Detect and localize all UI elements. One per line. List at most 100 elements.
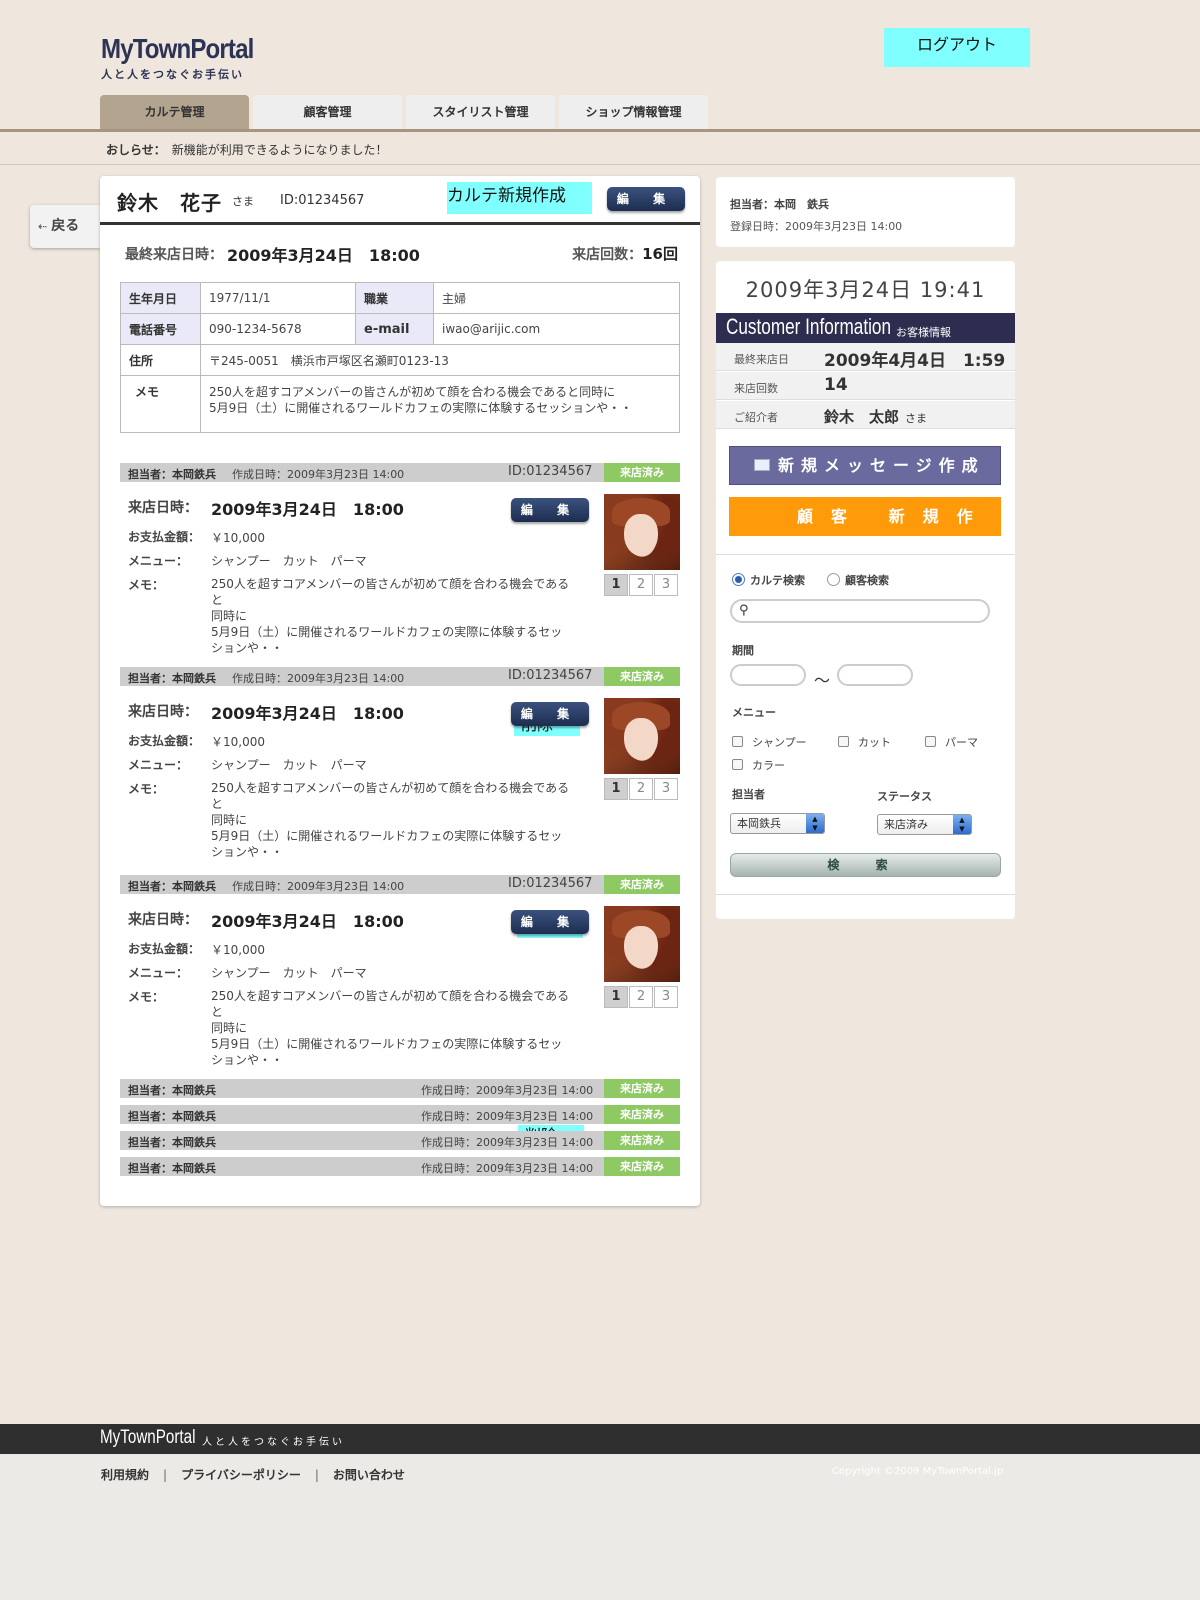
checkbox-perm[interactable]: パーマ (925, 734, 978, 750)
footer-links: 利用規約 | プライバシーポリシー | お問い合わせ (101, 1466, 405, 1483)
divider (716, 894, 1015, 895)
collapsed-record-bar[interactable]: 担当者：本岡鉄兵 作成日時：2009年3月23日 14:00 来店済み (120, 1079, 680, 1098)
photo-page-2[interactable]: 2 (629, 778, 653, 800)
memo-line: 5月9日（土）に開催されるワールドカフェの実際に体験するセッ (211, 625, 563, 639)
memo-label: メモ： (128, 990, 165, 1004)
status-badge: 来店済み (604, 463, 680, 482)
record-edit-button[interactable]: 編 集 (511, 498, 589, 522)
hair-photo[interactable] (604, 698, 680, 774)
footer-logo[interactable]: MyTownPortal (100, 1427, 195, 1449)
status-badge: 来店済み (604, 1157, 680, 1176)
visit-value: 2009年3月24日 18:00 (211, 704, 404, 723)
photo-page-2[interactable]: 2 (629, 574, 653, 596)
checkbox-cut[interactable]: カット (838, 734, 891, 750)
new-karte-button[interactable]: カルテ新規作成 (447, 182, 592, 214)
notice: おしらせ： 新機能が利用できるようになりました！ (106, 141, 388, 158)
record-staff: 担当者：本岡鉄兵 (128, 880, 216, 893)
logout-button[interactable]: ログアウト (884, 28, 1030, 67)
record-bar: 担当者：本岡鉄兵 作成日時：2009年3月23日 14:00 ID:012345… (120, 667, 680, 686)
new-customer-button[interactable]: 顧客 新規作成 (729, 497, 1001, 565)
record-memo: 250人を超すコアメンバーの皆さんが初めて顔を合わる機会であると 同時に 5月9… (211, 780, 581, 860)
ci-last-visit-label: 最終来店日 (734, 353, 789, 366)
notice-label: おしらせ： (106, 143, 166, 157)
footer-link-contact[interactable]: お問い合わせ (333, 1468, 405, 1482)
record-created: 作成日時：2009年3月23日 14:00 (421, 1110, 594, 1123)
record-bar: 担当者：本岡鉄兵 作成日時：2009年3月23日 14:00 ID:012345… (120, 463, 680, 482)
record-created: 作成日時：2009年3月23日 14:00 (421, 1084, 594, 1097)
new-message-button[interactable]: 新規メッセージ作成 (729, 446, 1001, 485)
current-datetime: 2009年3月24日 19:41 (745, 278, 986, 302)
memo-line: 5月9日（土）に開催されるワールドカフェの実際に体験するセッ (211, 1037, 563, 1051)
memo-label: メモ (120, 375, 201, 433)
staff-select[interactable]: 本岡鉄兵 ▲ ▼ (730, 813, 825, 834)
collapsed-record-bar[interactable]: 担当者：本岡鉄兵 作成日時：2009年3月23日 14:00 来店済み (120, 1131, 680, 1150)
customer-edit-button[interactable]: 編 集 (607, 187, 685, 211)
tab-karte[interactable]: カルテ管理 (100, 95, 249, 129)
record-created: 作成日時：2009年3月23日 14:00 (421, 1162, 594, 1175)
new-message-label: 新規メッセージ作成 (778, 456, 985, 475)
job-label: 職業 (355, 282, 434, 314)
checkbox-shampoo[interactable]: シャンプー (732, 734, 807, 750)
notice-text: 新機能が利用できるようになりました！ (171, 143, 388, 157)
photo-page-3[interactable]: 3 (654, 574, 678, 596)
collapsed-record-bar[interactable]: 担当者：本岡鉄兵 作成日時：2009年3月23日 14:00 来店済み (120, 1105, 680, 1124)
customer-information-header: Customer Information お客様情報 (716, 313, 1015, 343)
checkbox-icon (838, 736, 849, 747)
customer-header: 鈴木 花子 さま ID:01234567 カルテ新規作成 編 集 (100, 176, 700, 225)
memo-line: ションや・・ (211, 641, 284, 655)
visit-label: 来店日時： (128, 704, 198, 720)
envelope-icon (754, 459, 770, 471)
collapsed-record-bar[interactable]: 担当者：本岡鉄兵 作成日時：2009年3月23日 14:00 来店済み (120, 1157, 680, 1176)
period-tilde: 〜 (814, 671, 831, 690)
back-button[interactable]: ⇠ 戻る (30, 205, 100, 248)
record-edit-button[interactable]: 編 集 (511, 910, 589, 934)
ci-referrer-value: 鈴木 太郎 (824, 408, 900, 426)
memo-line: ションや・・ (211, 1053, 284, 1067)
hair-photo[interactable] (604, 494, 680, 570)
memo-value: 250人を超すコアメンバーの皆さんが初めて顔を合わる機会であると同時に 5月9日（… (200, 375, 680, 433)
record-staff: 担当者：本岡鉄兵 (128, 1110, 216, 1123)
photo-page-2[interactable]: 2 (629, 986, 653, 1008)
tab-customer[interactable]: 顧客管理 (253, 95, 402, 129)
period-start-input[interactable] (730, 664, 806, 686)
footer-separator: | (163, 1468, 168, 1482)
pay-label: お支払金額： (128, 734, 201, 748)
status-select[interactable]: 来店済み ▲ ▼ (877, 814, 972, 835)
photo-face (624, 718, 658, 760)
pay-value: ￥10,000 (211, 531, 265, 545)
photo-page-3[interactable]: 3 (654, 986, 678, 1008)
photo-pager: 1 2 3 (604, 574, 678, 596)
photo-page-1[interactable]: 1 (604, 778, 628, 800)
footer-bar: MyTownPortal 人と人をつなぐお手伝い (0, 1424, 1200, 1454)
footer-link-privacy[interactable]: プライバシーポリシー (181, 1468, 301, 1482)
photo-page-1[interactable]: 1 (604, 986, 628, 1008)
logo[interactable]: MyTownPortal 人と人をつなぐお手伝い (101, 34, 278, 82)
radio-customer-search[interactable]: 顧客検索 (827, 572, 889, 588)
footer-link-terms[interactable]: 利用規約 (101, 1468, 149, 1482)
status-badge: 来店済み (604, 1079, 680, 1098)
select-arrows-icon: ▲ ▼ (953, 815, 971, 834)
staff-line: 担当者：本岡 鉄兵 (730, 198, 829, 211)
pay-label: お支払金額： (128, 530, 201, 544)
customer-name: 鈴木 花子 (117, 191, 222, 215)
ci-count-row: 来店回数 14 (716, 372, 1015, 400)
tab-stylist[interactable]: スタイリスト管理 (406, 95, 555, 129)
photo-page-3[interactable]: 3 (654, 778, 678, 800)
checkbox-color[interactable]: カラー (732, 757, 785, 773)
period-end-input[interactable] (837, 664, 913, 686)
photo-page-1[interactable]: 1 (604, 574, 628, 596)
footer-tagline: 人と人をつなぐお手伝い (202, 1437, 345, 1448)
status-select-value: 来店済み (884, 818, 928, 831)
staff-card: 担当者：本岡 鉄兵 登録日時：2009年3月23日 14:00 (716, 177, 1015, 247)
radio-karte-search[interactable]: カルテ検索 (732, 572, 805, 588)
tab-shop[interactable]: ショップ情報管理 (559, 95, 708, 129)
hair-photo[interactable] (604, 906, 680, 982)
search-input[interactable] (758, 603, 983, 619)
copyright: Copyright ©2009 MyTownPortal.jp (832, 1466, 1004, 1477)
record-edit-button[interactable]: 編 集 (511, 702, 589, 726)
search-button[interactable]: 検 索 (730, 853, 1001, 877)
job-value: 主婦 (433, 282, 680, 314)
menu-value: シャンプー カット パーマ (211, 554, 367, 568)
record-created: 作成日時：2009年3月23日 14:00 (232, 672, 405, 685)
customer-info-panel: 2009年3月24日 19:41 Customer Information お客… (716, 261, 1015, 919)
